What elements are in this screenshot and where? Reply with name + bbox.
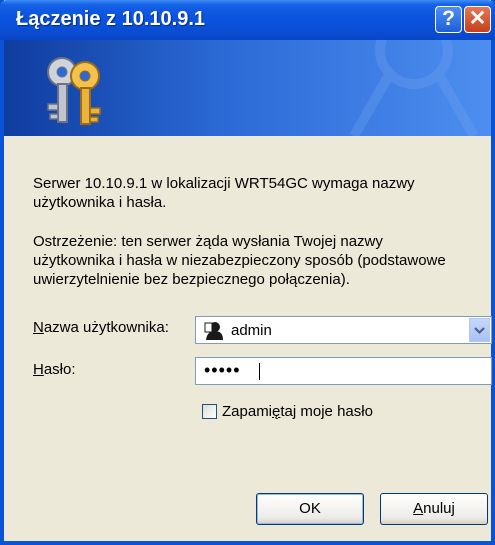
- remember-password-label[interactable]: Zapamiętaj moje hasło: [222, 403, 373, 420]
- dialog-banner: [4, 40, 491, 136]
- username-label-text: azwa użytkownika:: [43, 319, 169, 336]
- window-title: Łączenie z 10.10.9.1: [16, 8, 206, 30]
- password-label: Hasło:: [33, 361, 76, 378]
- title-bar[interactable]: Łączenie z 10.10.9.1 ? ✕: [0, 0, 495, 40]
- username-combobox[interactable]: admin: [195, 316, 492, 344]
- server-message: Serwer 10.10.9.1 w lokalizacji WRT54GC w…: [33, 175, 415, 211]
- ok-button[interactable]: OK: [256, 493, 364, 525]
- close-button[interactable]: ✕: [464, 6, 491, 33]
- password-field[interactable]: •••••: [195, 357, 492, 385]
- username-dropdown-button[interactable]: [469, 318, 490, 342]
- chevron-down-icon: [474, 327, 485, 335]
- login-dialog: Łączenie z 10.10.9.1 ? ✕ Serwer 10.10.9.…: [0, 0, 495, 545]
- security-warning: Ostrzeżenie: ten serwer żąda wysłania Tw…: [33, 233, 446, 288]
- keys-icon: [47, 57, 101, 125]
- user-icon: [204, 322, 223, 340]
- password-value: •••••: [204, 360, 241, 380]
- username-value: admin: [231, 322, 272, 339]
- username-label: Nazwa użytkownika:: [33, 319, 169, 336]
- password-label-text: asło:: [43, 361, 76, 378]
- cancel-button[interactable]: Anuluj: [380, 493, 488, 525]
- dialog-body: Serwer 10.10.9.1 w lokalizacji WRT54GC w…: [4, 136, 492, 541]
- help-button[interactable]: ?: [435, 6, 462, 33]
- text-caret: [259, 363, 260, 380]
- remember-password-checkbox[interactable]: [202, 404, 217, 419]
- cancel-label-accesskey: A: [413, 500, 424, 517]
- cancel-label-text: nuluj: [423, 500, 455, 517]
- password-label-accesskey: H: [33, 361, 44, 378]
- username-label-accesskey: N: [33, 319, 44, 336]
